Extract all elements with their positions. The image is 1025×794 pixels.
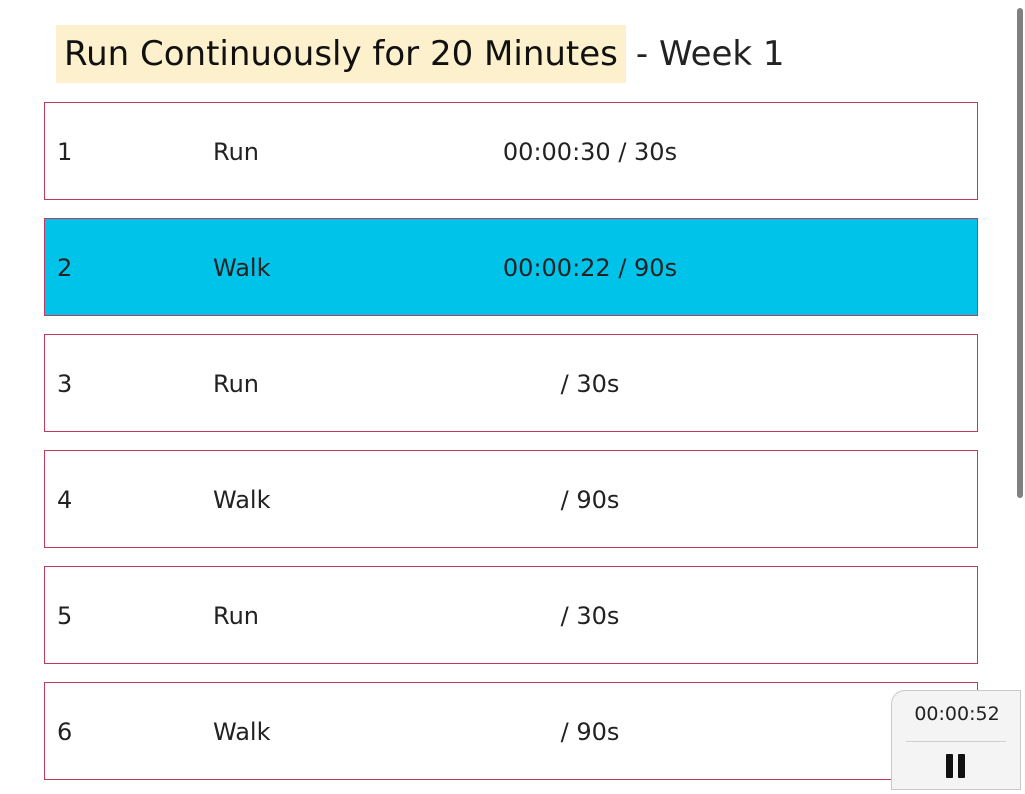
interval-number: 3 [57,370,73,398]
elapsed-time: 00:00:52 [914,703,1000,725]
interval-row-3[interactable]: 3 Run / 30s [44,334,978,432]
timer-widget: 00:00:52 [891,690,1021,790]
interval-kind: Run [213,370,260,398]
interval-kind: Run [213,138,260,166]
interval-time: / 90s [560,486,620,514]
pause-icon [946,754,953,778]
interval-time: 00:00:22 / 90s [502,254,678,282]
interval-kind: Walk [213,254,271,282]
interval-time: / 30s [560,370,620,398]
timer-divider [906,741,1006,742]
program-title: Run Continuously for 20 Minutes [56,25,626,83]
pause-button[interactable] [941,751,971,781]
interval-time: / 30s [560,602,620,630]
interval-number: 1 [57,138,73,166]
interval-row-6[interactable]: 6 Walk / 90s [44,682,978,780]
interval-number: 6 [57,718,73,746]
interval-row-4[interactable]: 4 Walk / 90s [44,450,978,548]
page-title: Run Continuously for 20 Minutes - Week 1 [56,25,785,83]
workout-page: Run Continuously for 20 Minutes - Week 1… [0,0,1025,794]
interval-number: 5 [57,602,73,630]
interval-kind: Walk [213,718,271,746]
interval-number: 4 [57,486,73,514]
week-label: - Week 1 [635,34,785,74]
interval-row-5[interactable]: 5 Run / 30s [44,566,978,664]
interval-row-2[interactable]: 2 Walk 00:00:22 / 90s [44,218,978,316]
interval-row-1[interactable]: 1 Run 00:00:30 / 30s [44,102,978,200]
interval-kind: Run [213,602,260,630]
scrollbar-thumb[interactable] [1017,8,1023,498]
interval-time: 00:00:30 / 30s [502,138,678,166]
interval-time: / 90s [560,718,620,746]
interval-number: 2 [57,254,73,282]
interval-kind: Walk [213,486,271,514]
